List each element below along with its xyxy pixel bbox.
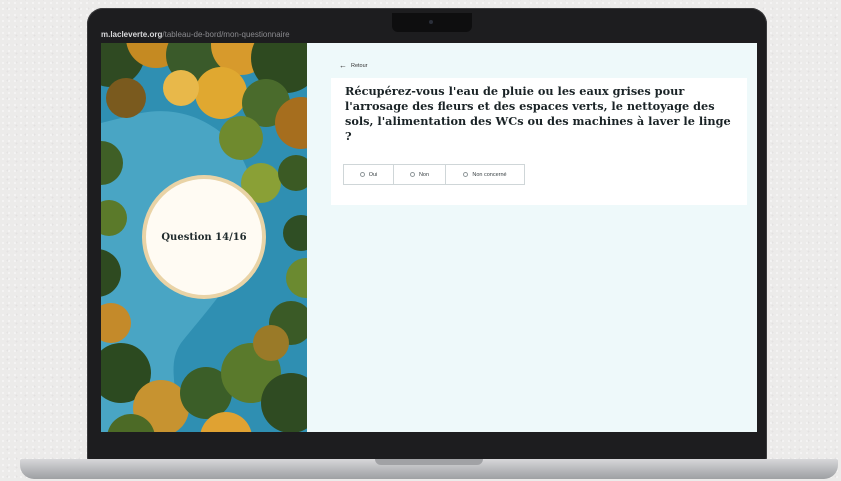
radio-icon xyxy=(409,172,415,177)
forest-lake-image: Question 14/16 xyxy=(101,43,307,432)
back-button[interactable]: ← Retour xyxy=(339,60,368,72)
laptop-base xyxy=(20,459,838,479)
camera-icon xyxy=(429,20,433,24)
question-card: Récupérez-vous l'eau de pluie ou les eau… xyxy=(331,78,747,205)
arrow-left-icon: ← xyxy=(339,61,347,70)
url-host: m.lacleverte.org xyxy=(101,30,163,39)
option-non-concerne[interactable]: Non concerné xyxy=(445,164,525,185)
radio-icon xyxy=(463,172,469,177)
radio-icon xyxy=(359,172,365,177)
address-bar[interactable]: m.lacleverte.org/tableau-de-bord/mon-que… xyxy=(101,28,391,42)
option-label: Non xyxy=(418,171,430,178)
back-label: Retour xyxy=(351,63,368,69)
base-notch xyxy=(375,459,483,465)
answer-options: Oui Non Non concerné xyxy=(343,164,525,185)
question-counter-text: Question 14/16 xyxy=(161,231,247,243)
option-label: Oui xyxy=(368,171,378,178)
question-counter-badge: Question 14/16 xyxy=(146,179,262,295)
option-non[interactable]: Non xyxy=(393,164,446,185)
url-path: /tableau-de-bord/mon-questionnaire xyxy=(162,30,290,39)
screen: Question 14/16 ← Retour Récupérez-vous l… xyxy=(101,43,757,432)
camera-notch xyxy=(392,13,472,32)
option-oui[interactable]: Oui xyxy=(343,164,394,185)
option-label: Non concerné xyxy=(472,171,507,178)
question-text: Récupérez-vous l'eau de pluie ou les eau… xyxy=(345,84,731,143)
